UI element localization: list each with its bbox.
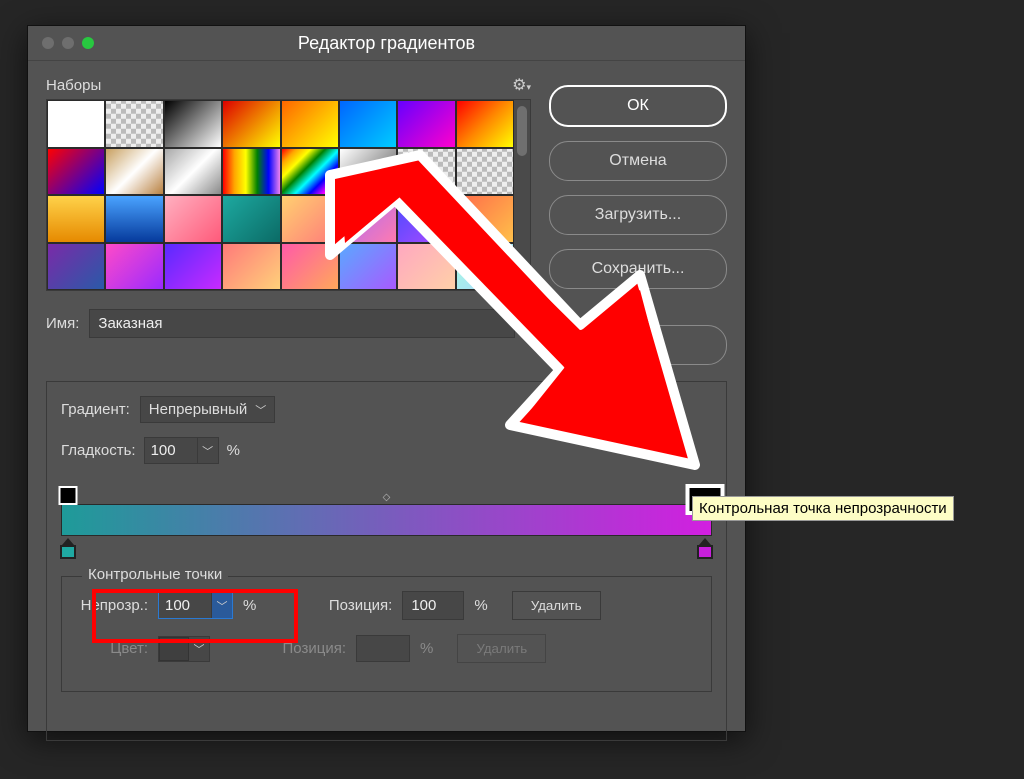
gradient-editor-dialog: Редактор градиентов Наборы ⚙▾ Имя: ОК От… [27,25,746,732]
percent-sign: % [420,640,433,657]
scrollbar-thumb[interactable] [517,106,527,156]
preset-swatch[interactable] [105,100,163,148]
gradient-type-label: Градиент: [61,401,130,418]
gear-icon[interactable]: ⚙▾ [512,75,531,95]
titlebar: Редактор градиентов [28,26,745,61]
presets-label: Наборы [46,77,101,94]
name-input[interactable] [89,309,515,338]
preset-swatch[interactable] [47,100,105,148]
preset-swatch[interactable] [456,195,514,243]
chevron-down-icon: ﹀ [194,641,205,657]
new-button[interactable]: Новый [549,325,727,365]
color-position-label: Позиция: [280,640,346,657]
button-column: ОК Отмена Загрузить... Сохранить... Новы… [549,75,727,365]
color-swatch[interactable] [159,637,189,661]
preset-swatch[interactable] [397,148,455,196]
smoothness-dropdown[interactable]: ﹀ [197,438,218,463]
color-stops-track[interactable] [61,536,712,558]
preset-swatch[interactable] [339,243,397,291]
preset-swatch[interactable] [222,243,280,291]
opacity-field[interactable] [159,593,211,618]
preset-swatch[interactable] [281,100,339,148]
preset-swatch[interactable] [164,148,222,196]
color-position-field [357,636,409,661]
preset-swatch[interactable] [456,243,514,291]
smoothness-input[interactable]: ﹀ [144,437,219,464]
opacity-stop-tooltip: Контрольная точка непрозрачности [692,496,954,521]
preset-swatch[interactable] [281,243,339,291]
preset-swatch[interactable] [339,195,397,243]
preset-swatch[interactable] [47,148,105,196]
smoothness-label: Гладкость: [61,442,136,459]
midpoint-diamond[interactable]: ◇ [383,492,391,503]
preset-swatch[interactable] [397,195,455,243]
preset-swatch[interactable] [47,243,105,291]
percent-sign: % [474,597,487,614]
preset-swatch[interactable] [281,195,339,243]
preset-swatch[interactable] [456,100,514,148]
percent-sign: % [243,597,256,614]
color-position-input [356,635,410,662]
preset-swatch[interactable] [105,243,163,291]
dialog-title: Редактор градиентов [28,33,745,54]
chevron-down-icon: ﹀ [217,598,228,614]
preset-swatch[interactable] [281,148,339,196]
cancel-button[interactable]: Отмена [549,141,727,181]
gradient-bar[interactable] [61,504,712,536]
preset-swatches [47,100,514,290]
percent-sign: % [227,442,240,459]
preset-swatch[interactable] [164,100,222,148]
position-field-label: Позиция: [326,597,392,614]
opacity-stops-track[interactable]: ◇ [61,486,712,504]
gradient-settings-group: Градиент: Непрерывный ﹀ Гладкость: ﹀ % ◇ [46,381,727,741]
gradient-type-value: Непрерывный [149,401,248,418]
opacity-input[interactable]: ﹀ [158,592,233,619]
stops-group-label: Контрольные точки [82,566,228,583]
position-field[interactable] [402,591,464,620]
delete-color-stop-button: Удалить [457,634,546,663]
chevron-down-icon: ﹀ [255,402,266,418]
stops-group: Контрольные точки Непрозр.: ﹀ % Позиция:… [61,576,712,692]
opacity-field-label: Непрозр.: [76,597,148,614]
preset-swatch[interactable] [339,148,397,196]
delete-opacity-stop-button[interactable]: Удалить [512,591,601,620]
preset-swatch[interactable] [397,100,455,148]
save-button[interactable]: Сохранить... [549,249,727,289]
color-stop-left[interactable] [60,538,76,559]
preset-swatch[interactable] [164,195,222,243]
color-field-label: Цвет: [76,640,148,657]
presets-scrollbar[interactable] [514,100,530,290]
chevron-down-icon: ﹀ [202,443,213,459]
presets-box [46,99,531,291]
preset-swatch[interactable] [222,148,280,196]
preset-swatch[interactable] [222,195,280,243]
preset-swatch[interactable] [105,148,163,196]
load-button[interactable]: Загрузить... [549,195,727,235]
name-label: Имя: [46,315,79,332]
preset-swatch[interactable] [222,100,280,148]
preset-swatch[interactable] [47,195,105,243]
gradient-type-select[interactable]: Непрерывный ﹀ [140,396,276,423]
preset-swatch[interactable] [456,148,514,196]
preset-swatch[interactable] [164,243,222,291]
preset-swatch[interactable] [397,243,455,291]
opacity-stop-left[interactable] [58,486,77,505]
ok-button[interactable]: ОК [549,85,727,127]
preset-swatch[interactable] [105,195,163,243]
color-stop-right[interactable] [697,538,713,559]
smoothness-field[interactable] [145,438,197,463]
opacity-dropdown[interactable]: ﹀ [211,593,232,618]
preset-swatch[interactable] [339,100,397,148]
